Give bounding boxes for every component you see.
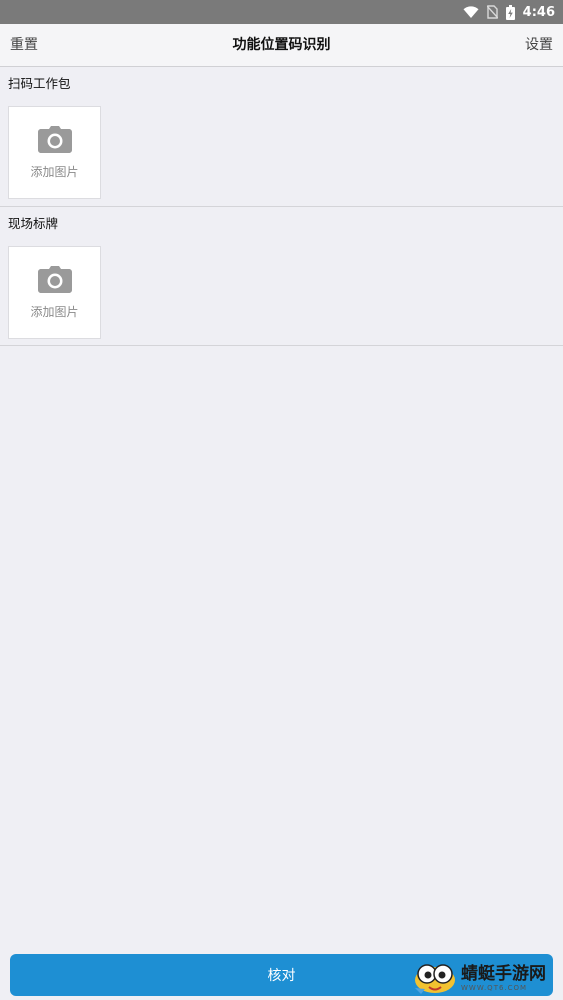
dragonfly-logo-icon [413, 958, 457, 1000]
wifi-icon [463, 5, 479, 19]
no-sim-icon [486, 5, 498, 19]
status-time: 4:46 [522, 4, 555, 20]
watermark-url: WWW.QT6.COM [461, 984, 528, 992]
add-photo-label: 添加图片 [30, 164, 79, 179]
watermark-title: 蜻蜓手游网 [461, 964, 546, 984]
add-photo-label: 添加图片 [30, 304, 79, 319]
section-label: 扫码工作包 [8, 76, 71, 91]
camera-icon [37, 265, 72, 297]
add-photo-button-site-sign[interactable]: 添加图片 [8, 246, 101, 339]
page-title: 功能位置码识别 [232, 37, 331, 53]
nav-bar: 重置 功能位置码识别 设置 [0, 24, 563, 67]
section-label: 现场标牌 [8, 216, 59, 231]
battery-charging-icon [505, 4, 515, 20]
settings-button[interactable]: 设置 [525, 24, 553, 67]
section-scan-work-package: 扫码工作包 添加图片 [0, 67, 563, 207]
status-bar: 4:46 [0, 0, 563, 24]
watermark: 蜻蜓手游网 WWW.QT6.COM [413, 960, 559, 998]
section-site-sign: 现场标牌 添加图片 [0, 207, 563, 346]
add-photo-button-work-package[interactable]: 添加图片 [8, 106, 101, 199]
camera-icon [37, 125, 72, 157]
